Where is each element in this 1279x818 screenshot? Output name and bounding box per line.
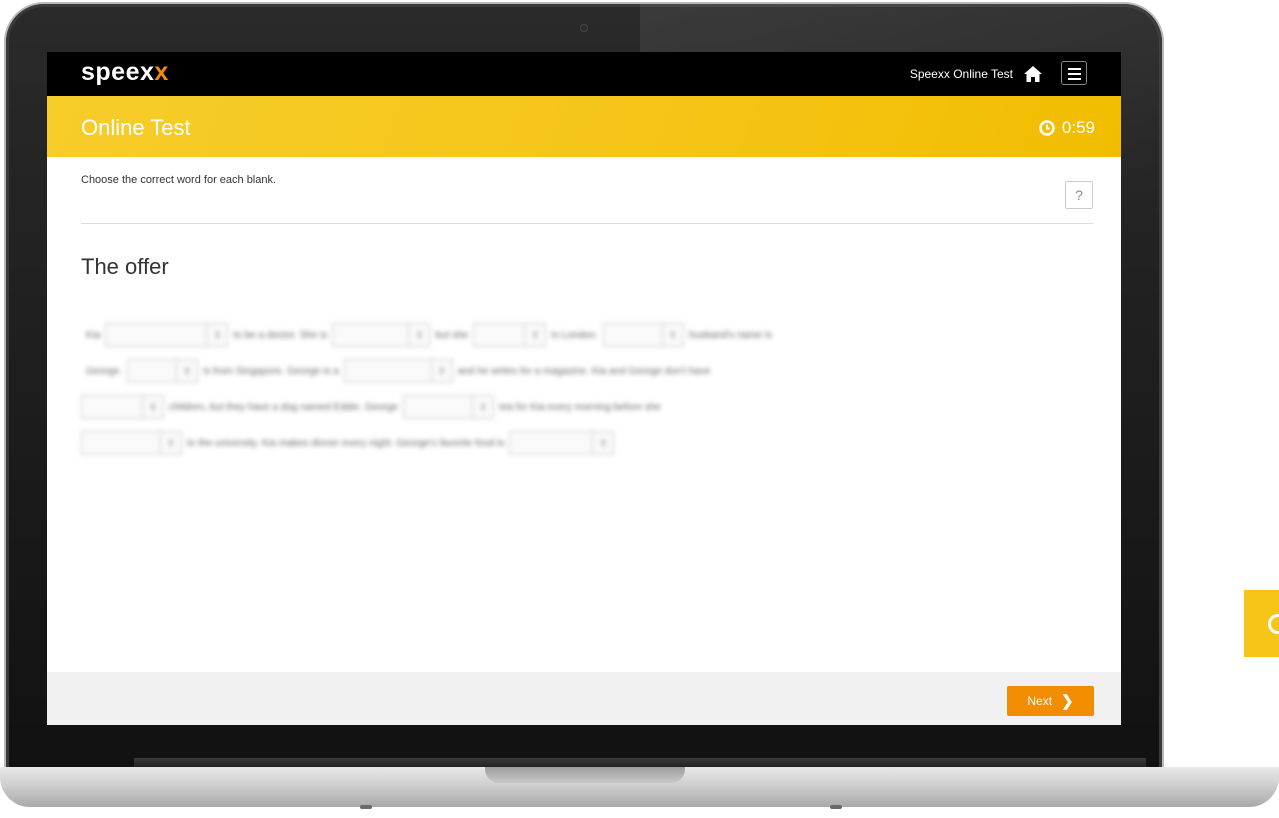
chevron-down-icon: ⇕ bbox=[142, 396, 163, 418]
blank-dropdown[interactable]: ⇕ bbox=[403, 395, 495, 419]
blank-dropdown[interactable]: ⇕ bbox=[81, 395, 164, 419]
exercise-line: Kia ⇕ to be a doctor. She is ⇕ but she ⇕… bbox=[81, 317, 1001, 353]
footer-bar: Next ❯ bbox=[47, 672, 1121, 725]
exercise-line: ⇕ to the university. Kia makes dinner ev… bbox=[81, 425, 1001, 461]
exercise-text: in London. bbox=[551, 329, 598, 341]
clock-icon bbox=[1039, 120, 1055, 136]
chevron-down-icon: ⇕ bbox=[524, 324, 545, 346]
exercise-text: to be a doctor. She is bbox=[233, 329, 328, 341]
timer: 0:59 bbox=[1039, 118, 1095, 138]
cloze-exercise: Kia ⇕ to be a doctor. She is ⇕ but she ⇕… bbox=[81, 317, 1001, 461]
exercise-title: The offer bbox=[81, 254, 169, 279]
next-button[interactable]: Next ❯ bbox=[1007, 686, 1094, 716]
chevron-down-icon: ⇕ bbox=[430, 360, 452, 382]
timer-value: 0:59 bbox=[1061, 118, 1095, 137]
exercise-text: husband's name is bbox=[688, 329, 773, 341]
blank-dropdown[interactable]: ⇕ bbox=[127, 359, 199, 383]
hamburger-icon bbox=[1068, 78, 1081, 80]
exercise-line: George. ⇕ is from Singapore. George is a… bbox=[81, 353, 1001, 389]
chevron-down-icon: ⇕ bbox=[661, 324, 683, 346]
logo-accent: x bbox=[154, 58, 169, 86]
hamburger-icon bbox=[1068, 68, 1081, 70]
help-button[interactable]: ? bbox=[1065, 181, 1093, 209]
home-icon[interactable] bbox=[1023, 65, 1043, 83]
blank-dropdown[interactable]: ⇕ bbox=[332, 323, 431, 347]
blank-dropdown[interactable]: ⇕ bbox=[602, 323, 684, 347]
next-label: Next bbox=[1027, 694, 1053, 708]
top-bar: speexx Speexx Online Test bbox=[47, 52, 1121, 96]
chevron-down-icon: ⇕ bbox=[176, 360, 197, 382]
circle-icon bbox=[1268, 614, 1279, 634]
laptop-notch bbox=[485, 767, 685, 783]
chevron-down-icon: ⇕ bbox=[592, 432, 613, 454]
chevron-down-icon: ⇕ bbox=[472, 396, 493, 418]
chevron-down-icon: ⇕ bbox=[408, 324, 429, 346]
side-widget[interactable] bbox=[1244, 590, 1279, 657]
instruction-text: Choose the correct word for each blank. bbox=[81, 174, 277, 186]
blank-dropdown[interactable]: ⇕ bbox=[343, 359, 453, 383]
laptop-foot bbox=[360, 805, 372, 809]
logo-text: speex bbox=[81, 58, 155, 86]
exercise-text: but she bbox=[435, 329, 469, 341]
speexx-logo[interactable]: speexx bbox=[81, 58, 169, 87]
screen: speexx Speexx Online Test Online Test 0:… bbox=[47, 52, 1121, 725]
blank-dropdown[interactable]: ⇕ bbox=[81, 431, 182, 455]
blank-dropdown[interactable]: ⇕ bbox=[509, 431, 615, 455]
divider bbox=[81, 223, 1093, 224]
exercise-text: is from Singapore. George is a bbox=[203, 365, 339, 377]
page-title: Online Test bbox=[81, 115, 191, 140]
exercise-text: tea for Kia every morning before she bbox=[499, 401, 661, 413]
camera bbox=[581, 25, 587, 31]
blank-dropdown[interactable]: ⇕ bbox=[473, 323, 547, 347]
exercise-text: to the university. Kia makes dinner ever… bbox=[187, 437, 505, 449]
chevron-down-icon: ⇕ bbox=[206, 324, 227, 346]
laptop-foot bbox=[830, 805, 842, 809]
exercise-text: and he writes for a magazine. Kia and Ge… bbox=[457, 365, 711, 377]
chevron-right-icon: ❯ bbox=[1061, 693, 1074, 710]
blank-dropdown[interactable]: ⇕ bbox=[105, 323, 229, 347]
hamburger-icon bbox=[1068, 73, 1081, 75]
exercise-line: ⇕ children, but they have a dog named Ed… bbox=[81, 389, 1001, 425]
exercise-text: George. bbox=[86, 365, 123, 377]
menu-button[interactable] bbox=[1061, 61, 1087, 85]
site-name: Speexx Online Test bbox=[909, 67, 1013, 81]
exercise-text: Kia bbox=[86, 329, 101, 341]
title-banner: Online Test 0:59 bbox=[47, 96, 1121, 157]
chevron-down-icon: ⇕ bbox=[160, 432, 181, 454]
exercise-text: children, but they have a dog named Eddi… bbox=[169, 401, 399, 413]
